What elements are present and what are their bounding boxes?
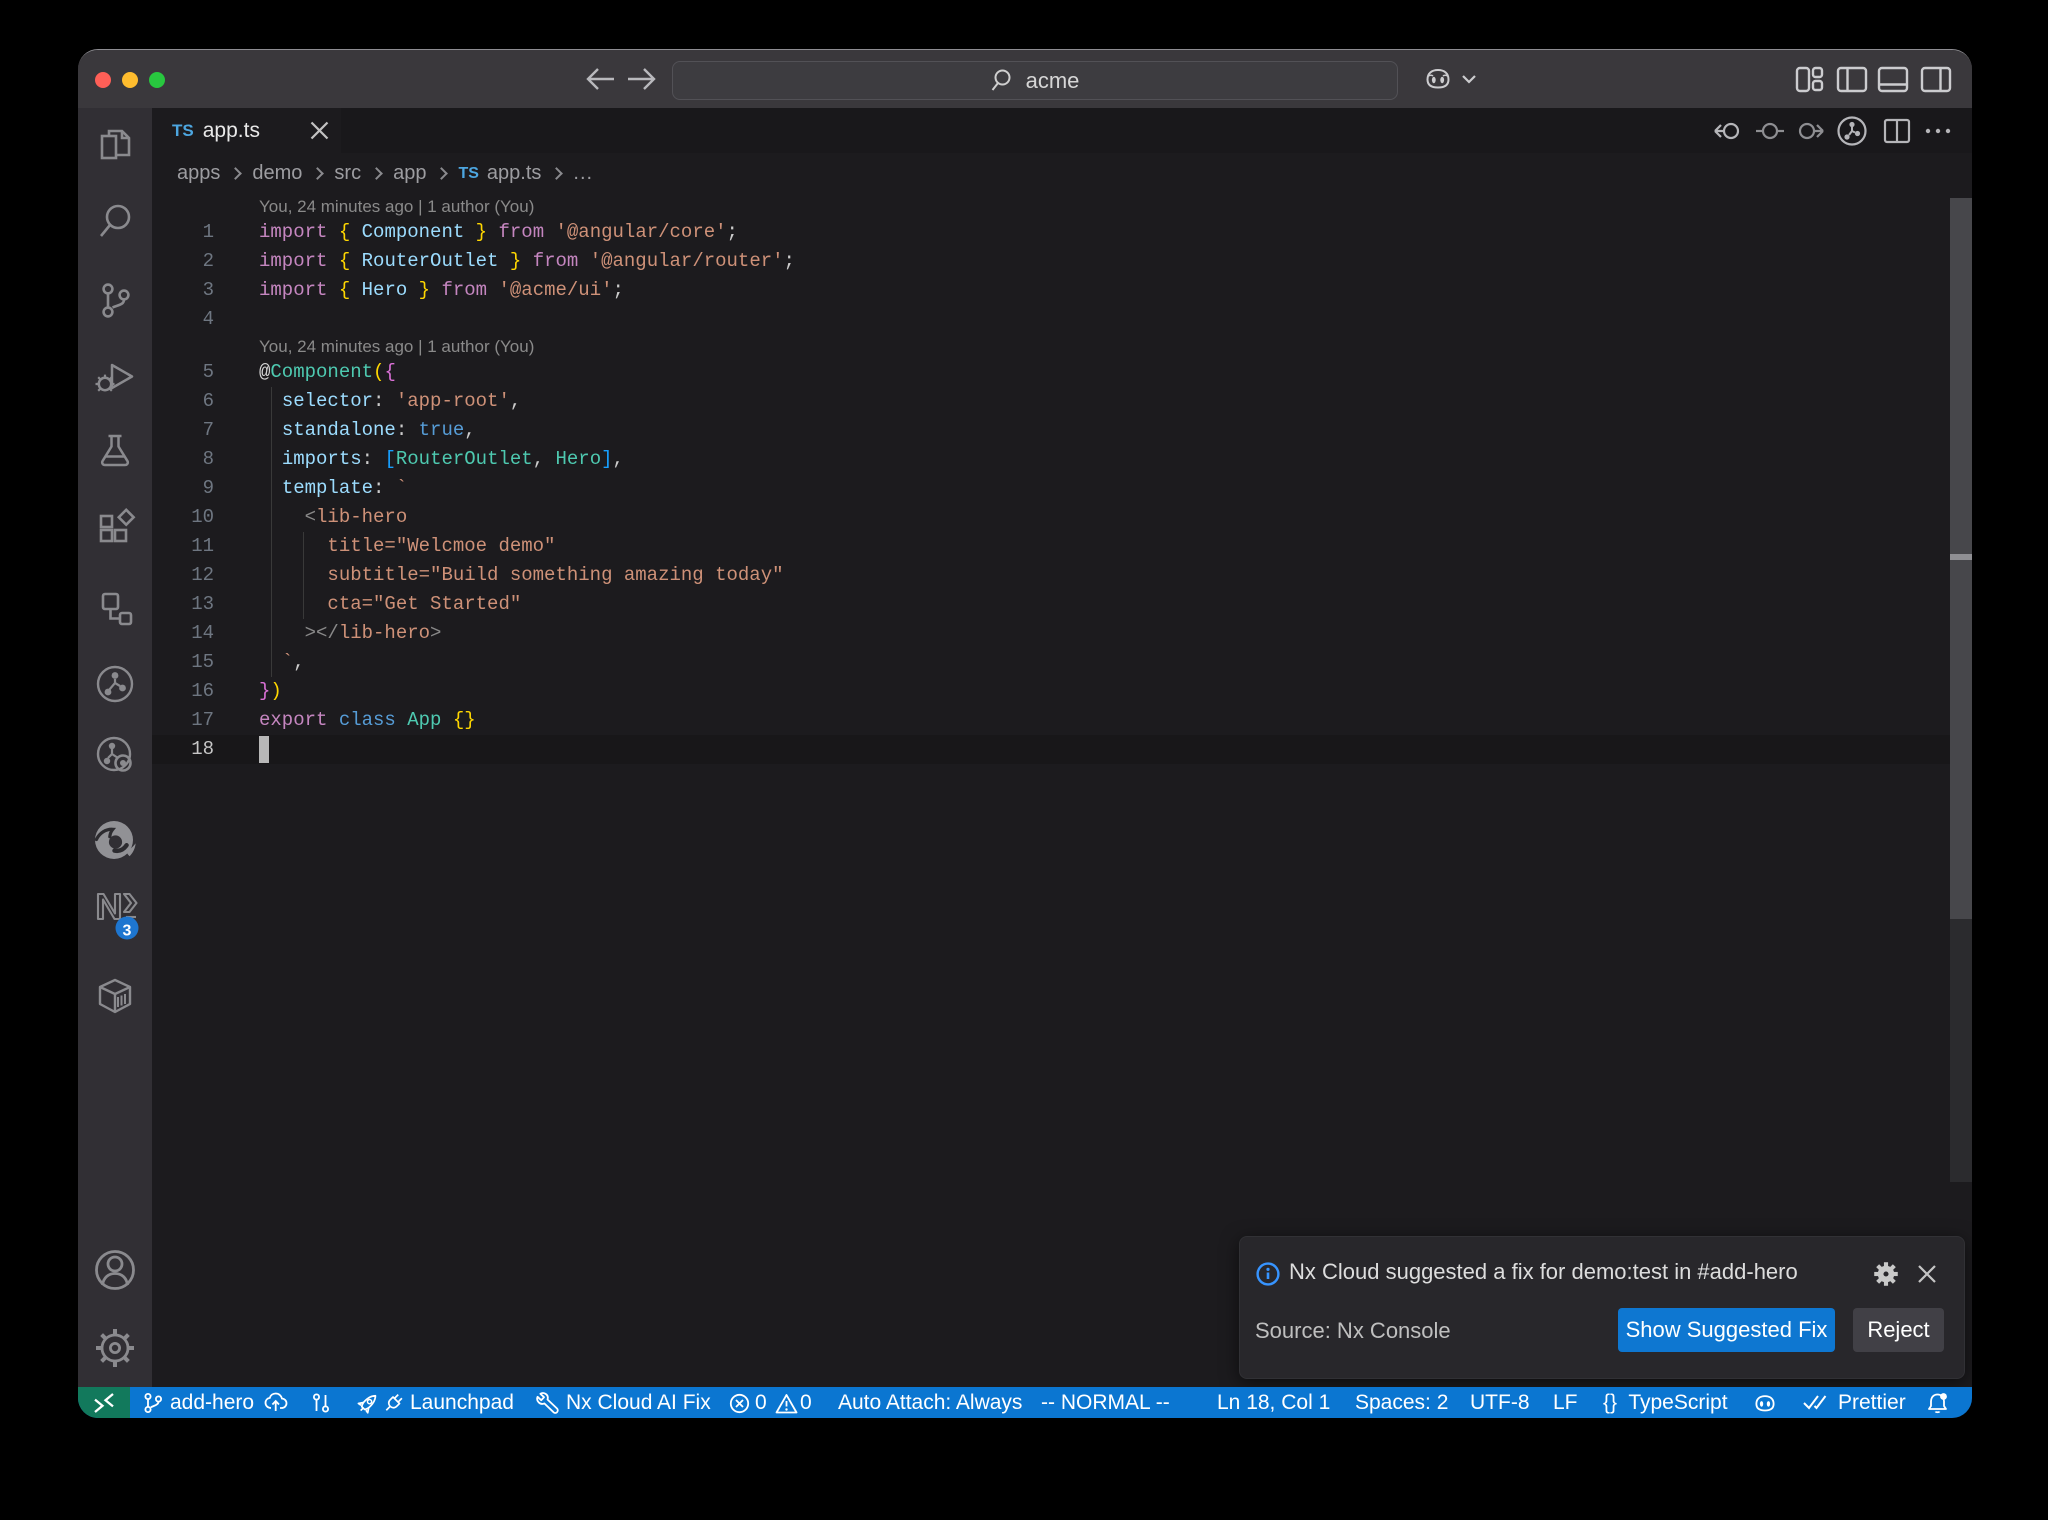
svg-text:3: 3 <box>123 923 132 940</box>
